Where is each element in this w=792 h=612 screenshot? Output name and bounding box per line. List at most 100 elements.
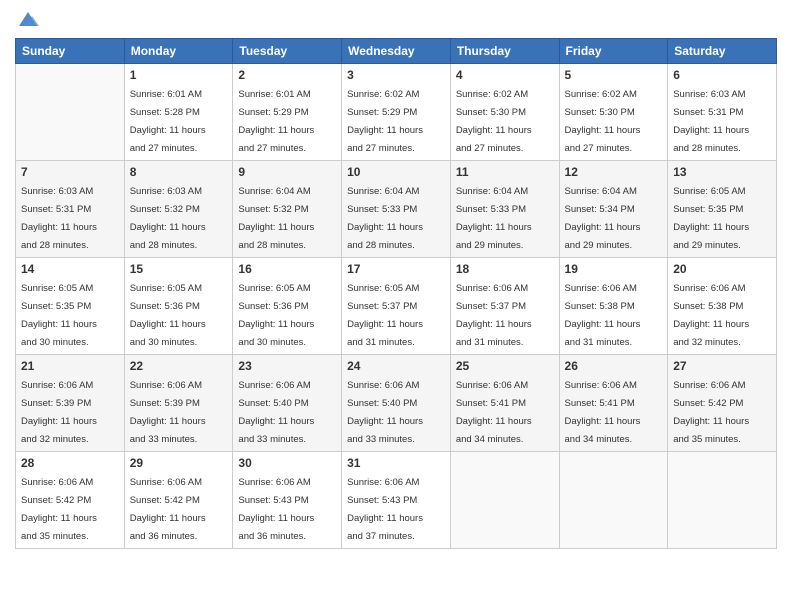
day-cell: 19 Sunrise: 6:06 AMSunset: 5:38 PMDayligh… bbox=[559, 258, 668, 355]
day-number: 3 bbox=[347, 68, 445, 82]
day-number: 23 bbox=[238, 359, 336, 373]
day-number: 20 bbox=[673, 262, 771, 276]
logo-icon bbox=[17, 8, 39, 30]
day-info: Sunrise: 6:03 AMSunset: 5:31 PMDaylight:… bbox=[673, 89, 749, 154]
day-cell: 9 Sunrise: 6:04 AMSunset: 5:32 PMDaylight… bbox=[233, 161, 342, 258]
day-info: Sunrise: 6:06 AMSunset: 5:38 PMDaylight:… bbox=[565, 283, 641, 348]
day-cell: 20 Sunrise: 6:06 AMSunset: 5:38 PMDayligh… bbox=[668, 258, 777, 355]
day-info: Sunrise: 6:06 AMSunset: 5:42 PMDaylight:… bbox=[130, 477, 206, 542]
week-row-4: 21 Sunrise: 6:06 AMSunset: 5:39 PMDayligh… bbox=[16, 355, 777, 452]
day-number: 25 bbox=[456, 359, 554, 373]
day-cell: 8 Sunrise: 6:03 AMSunset: 5:32 PMDaylight… bbox=[124, 161, 233, 258]
day-info: Sunrise: 6:06 AMSunset: 5:42 PMDaylight:… bbox=[673, 380, 749, 445]
day-number: 11 bbox=[456, 165, 554, 179]
day-number: 31 bbox=[347, 456, 445, 470]
day-number: 15 bbox=[130, 262, 228, 276]
day-cell: 17 Sunrise: 6:05 AMSunset: 5:37 PMDayligh… bbox=[342, 258, 451, 355]
day-info: Sunrise: 6:03 AMSunset: 5:31 PMDaylight:… bbox=[21, 186, 97, 251]
day-number: 2 bbox=[238, 68, 336, 82]
day-number: 28 bbox=[21, 456, 119, 470]
day-info: Sunrise: 6:02 AMSunset: 5:30 PMDaylight:… bbox=[456, 89, 532, 154]
day-info: Sunrise: 6:04 AMSunset: 5:34 PMDaylight:… bbox=[565, 186, 641, 251]
day-cell: 13 Sunrise: 6:05 AMSunset: 5:35 PMDayligh… bbox=[668, 161, 777, 258]
day-info: Sunrise: 6:06 AMSunset: 5:37 PMDaylight:… bbox=[456, 283, 532, 348]
day-info: Sunrise: 6:01 AMSunset: 5:29 PMDaylight:… bbox=[238, 89, 314, 154]
day-cell: 18 Sunrise: 6:06 AMSunset: 5:37 PMDayligh… bbox=[450, 258, 559, 355]
day-number: 1 bbox=[130, 68, 228, 82]
day-number: 13 bbox=[673, 165, 771, 179]
day-number: 29 bbox=[130, 456, 228, 470]
day-number: 10 bbox=[347, 165, 445, 179]
day-cell: 16Sunrise: 6:05 AMSunset: 5:36 PMDayligh… bbox=[233, 258, 342, 355]
day-number: 21 bbox=[21, 359, 119, 373]
week-row-1: 1 Sunrise: 6:01 AMSunset: 5:28 PMDaylight… bbox=[16, 64, 777, 161]
day-cell bbox=[450, 452, 559, 549]
day-cell bbox=[16, 64, 125, 161]
day-number: 6 bbox=[673, 68, 771, 82]
day-info: Sunrise: 6:05 AMSunset: 5:35 PMDaylight:… bbox=[673, 186, 749, 251]
day-info: Sunrise: 6:06 AMSunset: 5:40 PMDaylight:… bbox=[238, 380, 314, 445]
day-cell: 12 Sunrise: 6:04 AMSunset: 5:34 PMDayligh… bbox=[559, 161, 668, 258]
weekday-saturday: Saturday bbox=[668, 39, 777, 64]
page: SundayMondayTuesdayWednesdayThursdayFrid… bbox=[0, 0, 792, 612]
day-info: Sunrise: 6:02 AMSunset: 5:30 PMDaylight:… bbox=[565, 89, 641, 154]
day-info: Sunrise: 6:05 AMSunset: 5:36 PMDaylight:… bbox=[130, 283, 206, 348]
day-info: Sunrise: 6:03 AMSunset: 5:32 PMDaylight:… bbox=[130, 186, 206, 251]
day-cell: 4 Sunrise: 6:02 AMSunset: 5:30 PMDaylight… bbox=[450, 64, 559, 161]
day-info: Sunrise: 6:06 AMSunset: 5:42 PMDaylight:… bbox=[21, 477, 97, 542]
day-info: Sunrise: 6:04 AMSunset: 5:32 PMDaylight:… bbox=[238, 186, 314, 251]
day-number: 8 bbox=[130, 165, 228, 179]
day-cell bbox=[559, 452, 668, 549]
week-row-3: 14 Sunrise: 6:05 AMSunset: 5:35 PMDayligh… bbox=[16, 258, 777, 355]
day-info: Sunrise: 6:06 AMSunset: 5:38 PMDaylight:… bbox=[673, 283, 749, 348]
day-cell: 5 Sunrise: 6:02 AMSunset: 5:30 PMDaylight… bbox=[559, 64, 668, 161]
day-number: 30 bbox=[238, 456, 336, 470]
day-cell: 26Sunrise: 6:06 AMSunset: 5:41 PMDayligh… bbox=[559, 355, 668, 452]
day-number: 4 bbox=[456, 68, 554, 82]
weekday-friday: Friday bbox=[559, 39, 668, 64]
weekday-tuesday: Tuesday bbox=[233, 39, 342, 64]
day-info: Sunrise: 6:05 AMSunset: 5:37 PMDaylight:… bbox=[347, 283, 423, 348]
day-number: 18 bbox=[456, 262, 554, 276]
day-info: Sunrise: 6:06 AMSunset: 5:39 PMDaylight:… bbox=[130, 380, 206, 445]
logo bbox=[15, 10, 39, 30]
day-cell: 1 Sunrise: 6:01 AMSunset: 5:28 PMDaylight… bbox=[124, 64, 233, 161]
day-cell: 29 Sunrise: 6:06 AMSunset: 5:42 PMDayligh… bbox=[124, 452, 233, 549]
day-number: 19 bbox=[565, 262, 663, 276]
day-cell: 22Sunrise: 6:06 AMSunset: 5:39 PMDayligh… bbox=[124, 355, 233, 452]
day-info: Sunrise: 6:04 AMSunset: 5:33 PMDaylight:… bbox=[456, 186, 532, 251]
header bbox=[15, 10, 777, 30]
calendar: SundayMondayTuesdayWednesdayThursdayFrid… bbox=[15, 38, 777, 549]
day-cell: 2 Sunrise: 6:01 AMSunset: 5:29 PMDaylight… bbox=[233, 64, 342, 161]
day-number: 24 bbox=[347, 359, 445, 373]
day-number: 5 bbox=[565, 68, 663, 82]
day-number: 14 bbox=[21, 262, 119, 276]
day-info: Sunrise: 6:06 AMSunset: 5:41 PMDaylight:… bbox=[456, 380, 532, 445]
weekday-thursday: Thursday bbox=[450, 39, 559, 64]
day-number: 9 bbox=[238, 165, 336, 179]
day-info: Sunrise: 6:06 AMSunset: 5:39 PMDaylight:… bbox=[21, 380, 97, 445]
day-cell bbox=[668, 452, 777, 549]
day-cell: 27Sunrise: 6:06 AMSunset: 5:42 PMDayligh… bbox=[668, 355, 777, 452]
day-info: Sunrise: 6:05 AMSunset: 5:35 PMDaylight:… bbox=[21, 283, 97, 348]
day-cell: 30Sunrise: 6:06 AMSunset: 5:43 PMDayligh… bbox=[233, 452, 342, 549]
day-info: Sunrise: 6:05 AMSunset: 5:36 PMDaylight:… bbox=[238, 283, 314, 348]
day-number: 17 bbox=[347, 262, 445, 276]
day-cell: 23 Sunrise: 6:06 AMSunset: 5:40 PMDayligh… bbox=[233, 355, 342, 452]
week-row-5: 28 Sunrise: 6:06 AMSunset: 5:42 PMDayligh… bbox=[16, 452, 777, 549]
week-row-2: 7 Sunrise: 6:03 AMSunset: 5:31 PMDaylight… bbox=[16, 161, 777, 258]
day-info: Sunrise: 6:04 AMSunset: 5:33 PMDaylight:… bbox=[347, 186, 423, 251]
day-info: Sunrise: 6:01 AMSunset: 5:28 PMDaylight:… bbox=[130, 89, 206, 154]
day-cell: 3Sunrise: 6:02 AMSunset: 5:29 PMDaylight… bbox=[342, 64, 451, 161]
day-cell: 6 Sunrise: 6:03 AMSunset: 5:31 PMDaylight… bbox=[668, 64, 777, 161]
day-cell: 31Sunrise: 6:06 AMSunset: 5:43 PMDayligh… bbox=[342, 452, 451, 549]
weekday-sunday: Sunday bbox=[16, 39, 125, 64]
day-cell: 21 Sunrise: 6:06 AMSunset: 5:39 PMDayligh… bbox=[16, 355, 125, 452]
day-number: 7 bbox=[21, 165, 119, 179]
day-number: 12 bbox=[565, 165, 663, 179]
day-cell: 14 Sunrise: 6:05 AMSunset: 5:35 PMDayligh… bbox=[16, 258, 125, 355]
weekday-header-row: SundayMondayTuesdayWednesdayThursdayFrid… bbox=[16, 39, 777, 64]
day-cell: 7 Sunrise: 6:03 AMSunset: 5:31 PMDaylight… bbox=[16, 161, 125, 258]
weekday-wednesday: Wednesday bbox=[342, 39, 451, 64]
day-cell: 15 Sunrise: 6:05 AMSunset: 5:36 PMDayligh… bbox=[124, 258, 233, 355]
